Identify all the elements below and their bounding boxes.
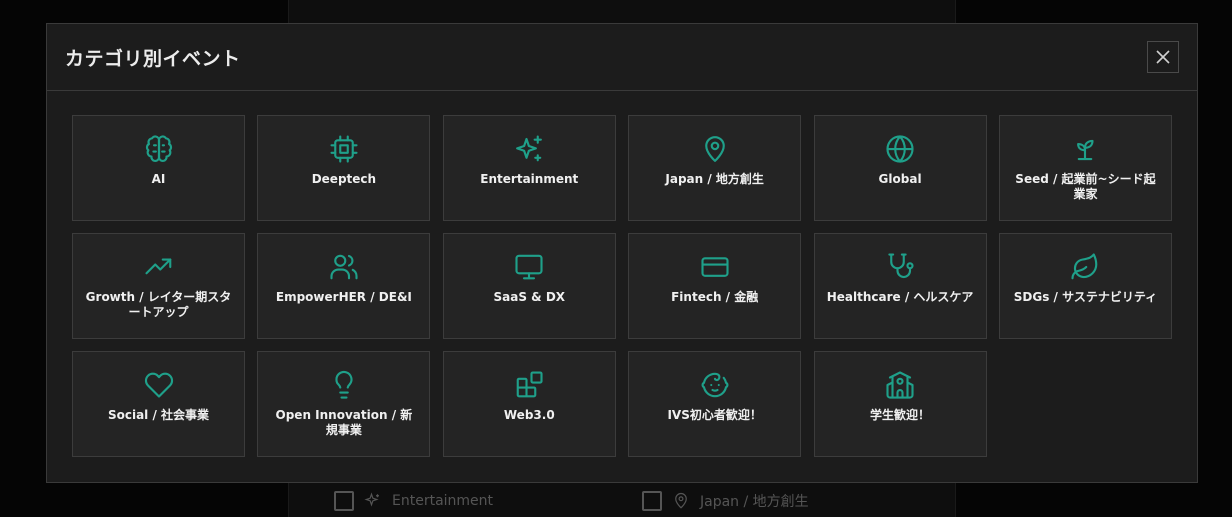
- baby-face-icon: [701, 372, 729, 398]
- checkbox[interactable]: [334, 491, 354, 511]
- category-card-student[interactable]: 学生歓迎！: [813, 351, 987, 457]
- category-label: Social / 社会事業: [107, 408, 210, 422]
- credit-card-icon: [701, 257, 729, 277]
- category-card-healthcare[interactable]: Healthcare / ヘルスケア: [813, 233, 987, 339]
- category-label: IVS初心者歓迎！: [667, 408, 762, 422]
- category-label: Global: [878, 172, 922, 186]
- heart-icon: [144, 372, 173, 398]
- category-label: AI: [151, 172, 166, 186]
- checkbox[interactable]: [642, 491, 662, 511]
- category-label: Growth / レイター期スタートアップ: [85, 290, 232, 319]
- category-label: Deeptech: [311, 172, 377, 186]
- trending-up-icon: [144, 258, 171, 275]
- category-card-saas[interactable]: SaaS & DX: [442, 233, 616, 339]
- category-label: Japan / 地方創生: [665, 172, 764, 186]
- category-card-empowerher[interactable]: EmpowerHER / DE&I: [257, 233, 431, 339]
- category-card-ai[interactable]: AI: [72, 115, 245, 221]
- category-card-growth[interactable]: Growth / レイター期スタートアップ: [72, 233, 245, 339]
- category-card-web3[interactable]: Web3.0: [442, 351, 616, 457]
- category-modal: カテゴリ別イベント AI Deeptech Entertainment Japa…: [46, 23, 1198, 483]
- category-grid: AI Deeptech Entertainment Japan / 地方創生 G…: [72, 115, 1172, 457]
- stethoscope-icon: [888, 253, 914, 279]
- background-option-label: Entertainment: [392, 493, 494, 509]
- background-option-japan[interactable]: Japan / 地方創生: [642, 485, 809, 517]
- sprout-icon: [1077, 139, 1095, 161]
- blocks-icon: [516, 371, 543, 398]
- category-label: Web3.0: [503, 408, 555, 422]
- chip-icon: [330, 135, 358, 163]
- category-card-open-innovation[interactable]: Open Innovation / 新規事業: [257, 351, 431, 457]
- background-option-entertainment[interactable]: Entertainment: [334, 485, 493, 517]
- category-card-deeptech[interactable]: Deeptech: [257, 115, 431, 221]
- category-label: SDGs / サステナビリティ: [1013, 290, 1158, 304]
- monitor-icon: [515, 254, 543, 280]
- category-card-japan[interactable]: Japan / 地方創生: [628, 115, 802, 221]
- category-label: Healthcare / ヘルスケア: [826, 290, 974, 304]
- category-card-sdgs[interactable]: SDGs / サステナビリティ: [998, 233, 1172, 339]
- category-card-entertainment[interactable]: Entertainment: [442, 115, 616, 221]
- category-card-fintech[interactable]: Fintech / 金融: [628, 233, 802, 339]
- background-option-label: Japan / 地方創生: [700, 494, 809, 510]
- category-label: Seed / 起業前~シード起業家: [1015, 172, 1156, 201]
- category-label: EmpowerHER / DE&I: [275, 290, 412, 304]
- lightbulb-icon: [335, 370, 353, 399]
- category-card-social[interactable]: Social / 社会事業: [72, 351, 245, 457]
- category-card-ivs-beginner[interactable]: IVS初心者歓迎！: [628, 351, 802, 457]
- leaf-icon: [1071, 253, 1098, 280]
- school-icon: [886, 371, 914, 399]
- map-pin-icon: [675, 492, 687, 509]
- category-label: Entertainment: [480, 172, 579, 186]
- category-label: Fintech / 金融: [671, 290, 759, 304]
- category-label: SaaS & DX: [493, 290, 566, 304]
- sparkles-icon: [516, 135, 543, 162]
- sparkles-icon: [364, 492, 379, 507]
- category-card-global[interactable]: Global: [813, 115, 987, 221]
- close-icon: [1156, 50, 1170, 64]
- category-label: Open Innovation / 新規事業: [275, 408, 413, 437]
- close-button[interactable]: [1147, 41, 1179, 73]
- globe-icon: [886, 135, 914, 163]
- map-pin-icon: [704, 136, 725, 162]
- category-card-seed[interactable]: Seed / 起業前~シード起業家: [998, 115, 1172, 221]
- users-icon: [330, 254, 358, 280]
- category-label: 学生歓迎！: [870, 408, 931, 422]
- brain-icon: [145, 135, 172, 162]
- modal-header: カテゴリ別イベント: [47, 24, 1197, 91]
- modal-title: カテゴリ別イベント: [65, 47, 241, 70]
